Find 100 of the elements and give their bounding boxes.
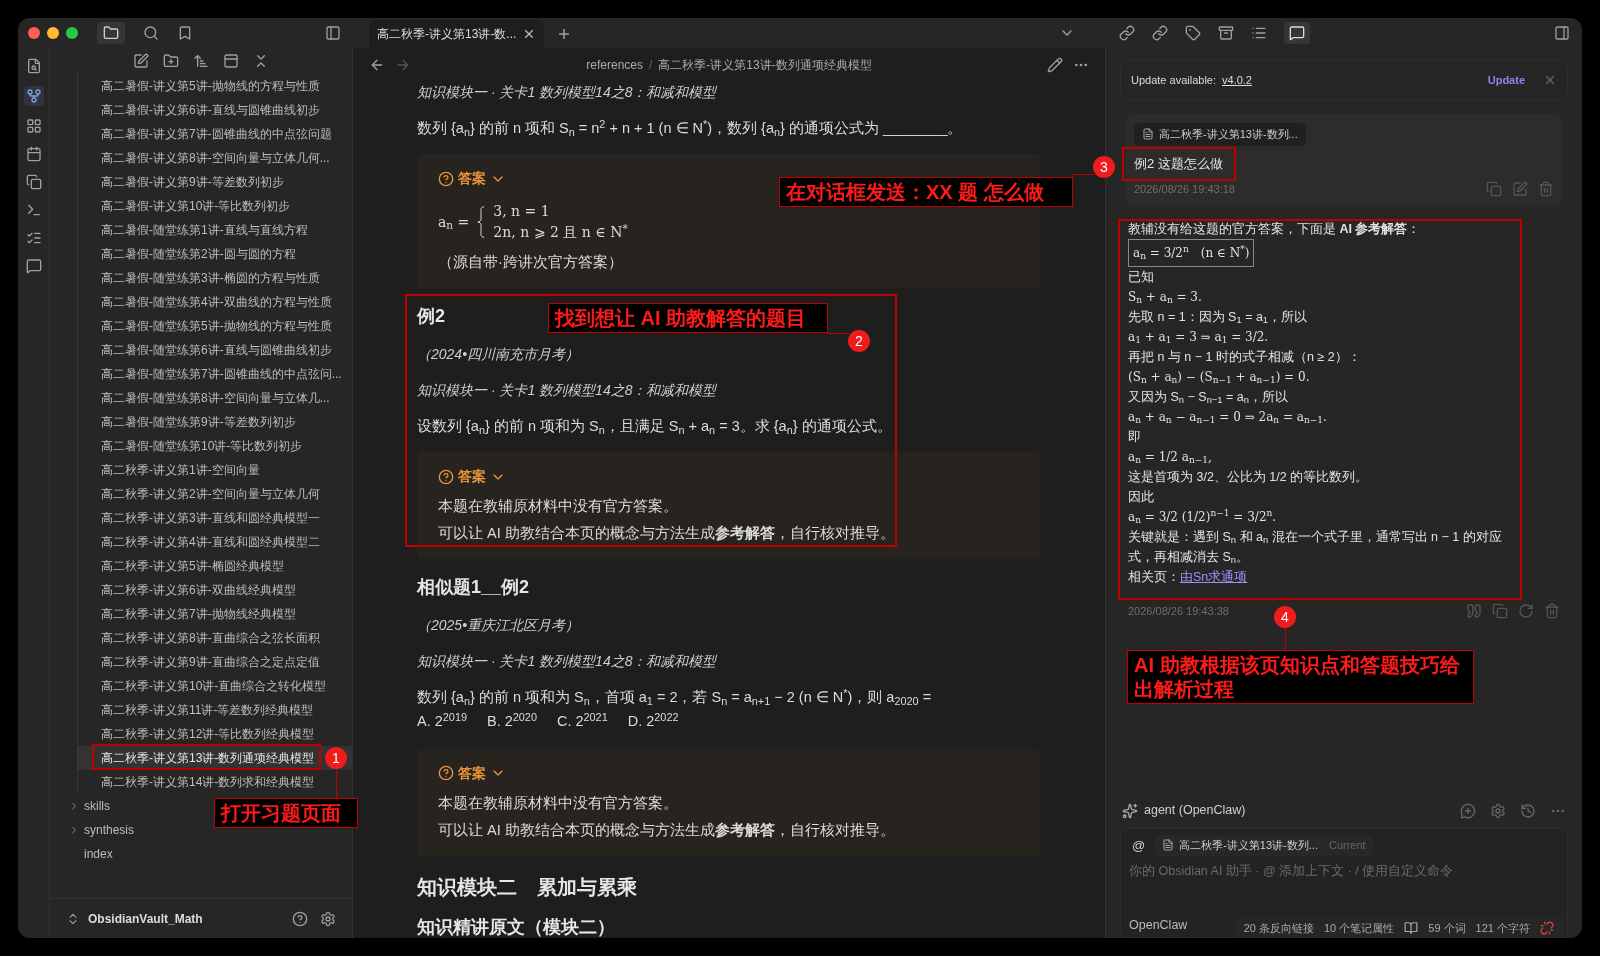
- file-item[interactable]: 高二暑假-随堂练第3讲-椭圆的方程与性质: [78, 266, 352, 290]
- answer-text: 因此: [1128, 488, 1155, 506]
- file-item[interactable]: 高二暑假-讲义第7讲-圆锥曲线的中点弦问题: [78, 122, 352, 146]
- sidebar-toggle-icon[interactable]: [325, 25, 341, 41]
- folder-item[interactable]: synthesis: [84, 821, 135, 839]
- edit-icon[interactable]: [1047, 57, 1063, 73]
- tag-icon[interactable]: [1185, 25, 1201, 41]
- callout-title[interactable]: 答案: [438, 762, 506, 784]
- layout-icon[interactable]: [223, 53, 239, 69]
- file-item[interactable]: 高二秋季-讲义第10讲-直曲综合之转化模型: [78, 674, 352, 698]
- file-item[interactable]: 高二秋季-讲义第7讲-抛物线经典模型: [78, 602, 352, 626]
- file-search-icon[interactable]: [25, 58, 42, 74]
- related-label: 相关页：: [1128, 568, 1180, 586]
- vault-name[interactable]: ObsidianVault_Math: [88, 909, 203, 928]
- user-message-text: 例2 这题怎么做: [1134, 154, 1223, 173]
- folder-item[interactable]: skills: [84, 797, 110, 815]
- plus-icon[interactable]: [556, 26, 572, 42]
- calendar-icon[interactable]: [25, 146, 42, 162]
- message-input[interactable]: 你的 Obsidian AI 助手 · @ 添加上下文 · / 使用自定义命令: [1129, 861, 1559, 881]
- file-item[interactable]: 高二秋季-讲义第12讲-等比数列经典模型: [78, 722, 352, 746]
- answer-text: 可以让 AI 助教结合本页的概念与方法生成参考解答，自行核对推导。: [438, 524, 896, 543]
- answer-text: 又因为 S$_{n}$ − S$_{n−1}$ = a$_{n}$，所以: [1128, 388, 1289, 407]
- file-item[interactable]: 高二秋季-讲义第9讲-直曲综合之定点定值: [78, 650, 352, 674]
- close-window-button[interactable]: [28, 27, 40, 39]
- file-item[interactable]: 高二暑假-随堂练第8讲-空间向量与立体几...: [78, 386, 352, 410]
- settings-icon[interactable]: [320, 910, 336, 927]
- zoom-window-button[interactable]: [66, 27, 78, 39]
- breadcrumb-link[interactable]: references: [586, 56, 643, 74]
- file-item[interactable]: 高二暑假-随堂练第5讲-抛物线的方程与性质: [78, 314, 352, 338]
- answer-text: 本题在教辅原材料中没有官方答案。: [438, 497, 679, 516]
- file-item[interactable]: 高二秋季-讲义第1讲-空间向量: [78, 458, 352, 482]
- list-icon[interactable]: [1251, 25, 1267, 41]
- file-item[interactable]: 高二暑假-讲义第8讲-空间向量与立体几何...: [78, 146, 352, 170]
- sync-off-icon[interactable]: [1540, 921, 1554, 935]
- sidebar-toggle-icon[interactable]: [1554, 25, 1570, 41]
- new-note-icon[interactable]: [133, 53, 149, 69]
- new-folder-icon[interactable]: [163, 53, 179, 69]
- history-icon[interactable]: [1520, 802, 1536, 819]
- grid-icon[interactable]: [25, 118, 42, 134]
- answer-text: 教辅没有给这题的官方答案，下面是 AI 参考解答：: [1128, 220, 1422, 238]
- copy-icon[interactable]: [25, 174, 42, 190]
- file-item[interactable]: 高二暑假-讲义第6讲-直线与圆锥曲线初步: [78, 98, 352, 122]
- chat-tab-button[interactable]: [1284, 22, 1310, 44]
- sort-icon[interactable]: [193, 53, 209, 69]
- file-item[interactable]: index: [84, 845, 113, 863]
- minimize-window-button[interactable]: [47, 27, 59, 39]
- close-icon: [522, 27, 536, 41]
- file-item[interactable]: 高二暑假-随堂练第4讲-双曲线的方程与性质: [78, 290, 352, 314]
- callout-title[interactable]: 答案: [438, 168, 506, 189]
- context-chip[interactable]: 高二秋季-讲义第13讲-数列... Current: [1154, 835, 1374, 856]
- file-item[interactable]: 高二秋季-讲义第2讲-空间向量与立体几何: [78, 482, 352, 506]
- context-chip[interactable]: 高二秋季-讲义第13讲-数列...: [1134, 123, 1306, 146]
- terminal-icon[interactable]: [25, 202, 42, 218]
- mention-button[interactable]: @: [1129, 835, 1149, 855]
- file-item[interactable]: 高二暑假-随堂练第7讲-圆锥曲线的中点弦问...: [78, 362, 352, 386]
- file-item[interactable]: 高二暑假-讲义第9讲-等差数列初步: [78, 170, 352, 194]
- leader-line: [827, 333, 849, 334]
- file-item[interactable]: 高二秋季-讲义第14讲-数列求和经典模型: [78, 770, 352, 794]
- file-item[interactable]: 高二暑假-随堂练第1讲-直线与直线方程: [78, 218, 352, 242]
- outgoing-links-icon[interactable]: [1152, 25, 1168, 41]
- callout-title[interactable]: 答案: [438, 466, 506, 487]
- file-item[interactable]: 高二秋季-讲义第5讲-椭圆经典模型: [78, 554, 352, 578]
- answer-text: 再把 n 与 n − 1 时的式子相减（n ≥ 2）：: [1128, 348, 1362, 366]
- file-item[interactable]: 高二暑假-随堂练第2讲-圆与圆的方程: [78, 242, 352, 266]
- update-button[interactable]: Update: [1487, 71, 1525, 89]
- new-chat-icon[interactable]: [1460, 802, 1476, 819]
- archive-icon[interactable]: [1218, 25, 1234, 41]
- callout-note: 找到想让 AI 助教解答的题目: [548, 303, 828, 333]
- provider-label[interactable]: OpenClaw: [1129, 916, 1188, 935]
- chat-icon[interactable]: [25, 258, 42, 274]
- file-item[interactable]: 高二秋季-讲义第8讲-直曲综合之弦长面积: [78, 626, 352, 650]
- version-link[interactable]: v4.0.2: [1222, 71, 1252, 89]
- file-item[interactable]: 高二暑假-随堂练第10讲-等比数列初步: [78, 434, 352, 458]
- file-item[interactable]: 高二秋季-讲义第3讲-直线和圆经典模型一: [78, 506, 352, 530]
- question-text: 数列 {a$_{n}$} 的前 n 项和为 S$_{n}$，首项 a$_{1}$ = 2，若 S$_{n}$ = a$_{n+1}$ − 2 (n ∈ N$^{*}$)，则 a$_{2020}$ =: [417, 687, 933, 707]
- settings-icon[interactable]: [1490, 802, 1506, 819]
- help-icon[interactable]: [292, 910, 308, 927]
- file-item[interactable]: 高二暑假-讲义第10讲-等比数列初步: [78, 194, 352, 218]
- search-icon[interactable]: [143, 25, 159, 41]
- answer-text: 这是首项为 3/2、公比为 1/2 的等比数列。: [1128, 468, 1370, 486]
- reading-mode-icon[interactable]: [1404, 921, 1419, 935]
- related-page-link[interactable]: 由Sn求通项: [1180, 566, 1248, 587]
- answer-text: 可以让 AI 助教结合本页的概念与方法生成参考解答，自行核对推导。: [438, 820, 896, 840]
- checklist-icon[interactable]: [25, 230, 42, 246]
- file-item[interactable]: 高二秋季-讲义第4讲-直线和圆经典模型二: [78, 530, 352, 554]
- breadcrumb-link[interactable]: 高二秋季-讲义第13讲-数列通项经典模型: [658, 56, 872, 74]
- file-item[interactable]: 高二暑假-随堂练第9讲-等差数列初步: [78, 410, 352, 434]
- bookmark-icon[interactable]: [177, 25, 193, 41]
- module-label: 知识模块一 · 关卡1 数列模型14之8：和减和模型: [417, 83, 718, 102]
- note-tab[interactable]: 高二秋季-讲义第13讲-数...: [369, 20, 544, 48]
- backlinks-icon[interactable]: [1119, 25, 1135, 41]
- subsection-heading: 知识精讲原文（模块二）: [417, 915, 616, 938]
- graph-view-button[interactable]: [23, 86, 44, 106]
- file-item[interactable]: 高二暑假-讲义第5讲-抛物线的方程与性质: [78, 74, 352, 98]
- file-item[interactable]: 高二秋季-讲义第11讲-等差数列经典模型: [78, 698, 352, 722]
- back-icon[interactable]: [369, 57, 385, 73]
- close-icon[interactable]: [1543, 73, 1557, 87]
- files-tab-button[interactable]: [97, 22, 125, 44]
- file-item[interactable]: 高二秋季-讲义第6讲-双曲线经典模型: [78, 578, 352, 602]
- file-item[interactable]: 高二暑假-随堂练第6讲-直线与圆锥曲线初步: [78, 338, 352, 362]
